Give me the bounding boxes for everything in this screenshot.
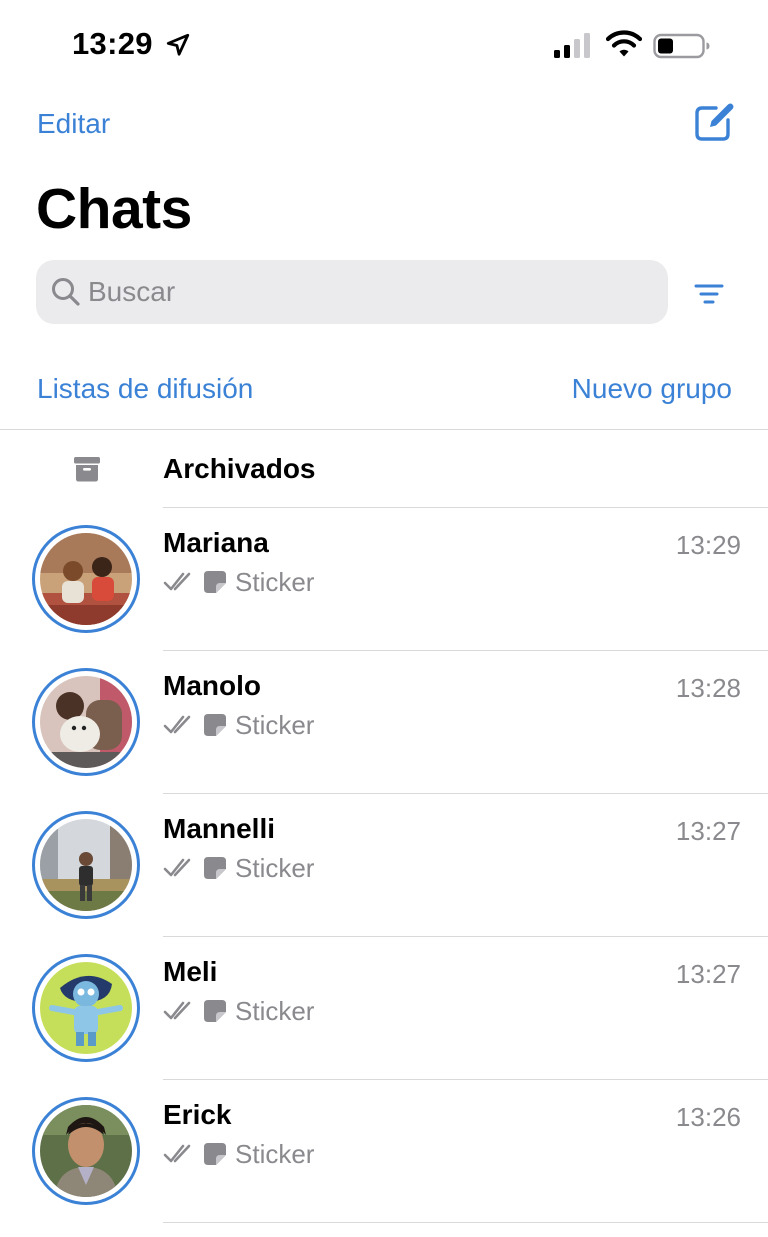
chat-name: Manolo: [163, 670, 261, 701]
preview-text: Sticker: [235, 852, 315, 883]
page-title: Chats: [36, 177, 192, 241]
chat-time: 13:28: [675, 673, 741, 703]
double-check-icon: [163, 858, 191, 877]
avatar[interactable]: [32, 525, 140, 633]
search-input[interactable]: [88, 260, 648, 324]
archived-row[interactable]: Archivados: [0, 430, 768, 508]
chat-name: Erick: [163, 1099, 232, 1130]
avatar[interactable]: [32, 811, 140, 919]
chat-list: Mariana 13:29 Sticker Manolo 13:28 Stick…: [0, 508, 768, 1223]
avatar-photo: [40, 533, 132, 625]
battery-icon: [653, 33, 710, 59]
broadcast-lists-link[interactable]: Listas de difusión: [37, 373, 253, 405]
chat-row[interactable]: Mariana 13:29 Sticker: [0, 508, 768, 651]
chat-preview: Sticker: [163, 709, 314, 741]
chat-time: 13:27: [675, 816, 741, 846]
chat-time: 13:29: [675, 530, 741, 560]
avatar[interactable]: [32, 954, 140, 1062]
preview-text: Sticker: [235, 709, 315, 740]
chat-row[interactable]: Mannelli 13:27 Sticker: [0, 794, 768, 937]
chat-row[interactable]: Manolo 13:28 Sticker: [0, 651, 768, 794]
avatar-photo: [40, 1105, 132, 1197]
double-check-icon: [163, 572, 191, 591]
chat-preview: Sticker: [163, 852, 314, 884]
double-check-icon: [163, 715, 191, 734]
chat-preview: Sticker: [163, 566, 314, 598]
preview-text: Sticker: [235, 995, 315, 1026]
edit-button[interactable]: Editar: [37, 108, 110, 140]
avatar-photo: [40, 819, 132, 911]
chat-row[interactable]: Meli 13:27 Sticker: [0, 937, 768, 1080]
avatar[interactable]: [32, 1097, 140, 1205]
sticker-icon: [204, 857, 226, 879]
chat-preview: Sticker: [163, 995, 314, 1027]
search-bar[interactable]: [36, 260, 668, 324]
status-bar: 13:29: [0, 0, 768, 92]
preview-text: Sticker: [235, 1138, 315, 1169]
chat-preview: Sticker: [163, 1138, 314, 1170]
search-icon: [52, 278, 80, 306]
wifi-icon: [606, 30, 642, 57]
filter-icon[interactable]: [692, 280, 726, 308]
divider: [163, 1222, 768, 1223]
chat-time: 13:27: [675, 959, 741, 989]
avatar-photo: [40, 676, 132, 768]
preview-text: Sticker: [235, 566, 315, 597]
status-time: 13:29: [72, 26, 153, 61]
sticker-icon: [204, 1000, 226, 1022]
chat-name: Meli: [163, 956, 218, 987]
avatar[interactable]: [32, 668, 140, 776]
archive-icon: [74, 457, 100, 482]
compose-icon[interactable]: [692, 100, 736, 144]
sticker-icon: [204, 1143, 226, 1165]
sticker-icon: [204, 714, 226, 736]
avatar-photo: [40, 962, 132, 1054]
chat-name: Mariana: [163, 527, 269, 558]
chat-row[interactable]: Erick 13:26 Sticker: [0, 1080, 768, 1223]
location-arrow-icon: [166, 33, 190, 56]
chat-time: 13:26: [675, 1102, 741, 1132]
new-group-link[interactable]: Nuevo grupo: [572, 373, 732, 405]
chat-name: Mannelli: [163, 813, 276, 844]
double-check-icon: [163, 1144, 191, 1163]
chats-screen: 13:29 Editar Chats Buscar Listas de difu…: [0, 0, 768, 1237]
signal-icon: [554, 33, 590, 58]
double-check-icon: [163, 1001, 191, 1020]
archived-label: Archivados: [163, 453, 316, 484]
sticker-icon: [204, 571, 226, 593]
